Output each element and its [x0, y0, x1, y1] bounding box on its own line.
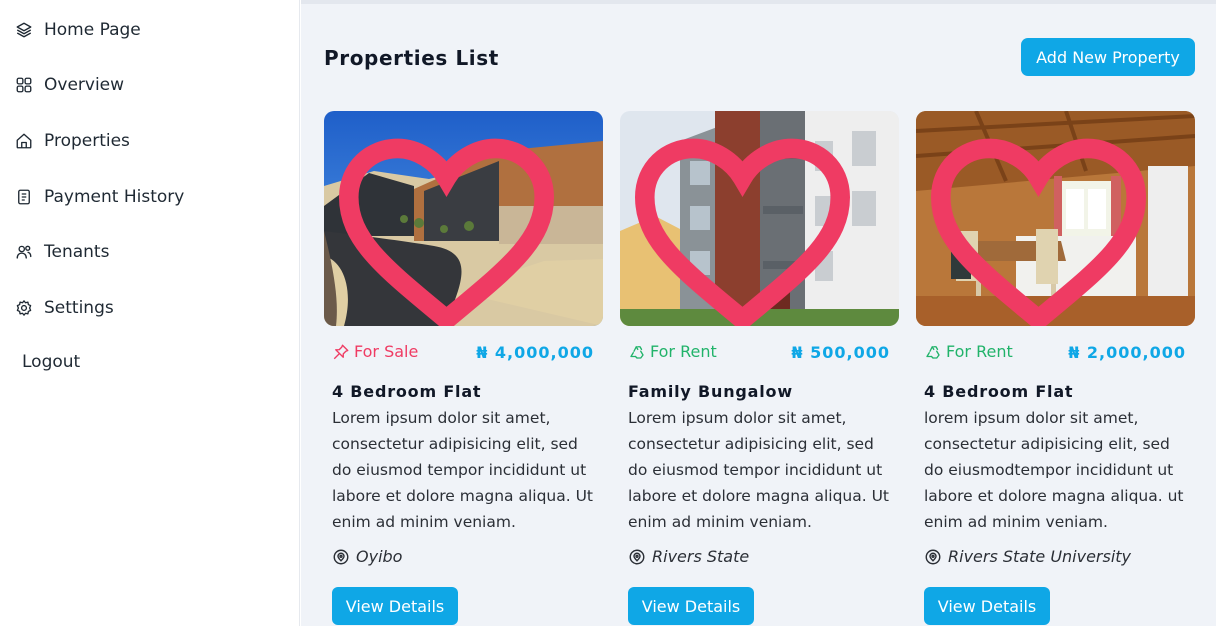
listing-status: For Rent — [628, 342, 717, 361]
property-location: Oyibo — [332, 547, 402, 566]
property-price: ₦ 4,000,000 — [476, 343, 594, 362]
main-content: Properties List Add New Property For Sal… — [301, 0, 1216, 626]
sidebar-item-label: Home Page — [44, 20, 141, 40]
property-image — [620, 111, 899, 326]
view-details-button[interactable]: View Details — [628, 587, 754, 625]
house-icon — [14, 131, 34, 151]
sidebar-item-tenants[interactable]: Tenants — [14, 237, 109, 267]
sidebar-item-home-page[interactable]: Home Page — [14, 15, 141, 45]
document-icon — [14, 187, 34, 207]
view-details-button[interactable]: View Details — [924, 587, 1050, 625]
favorite-heart-icon[interactable] — [620, 124, 882, 326]
listing-status: For Sale — [332, 342, 418, 361]
view-details-button[interactable]: View Details — [332, 587, 458, 625]
property-description: Lorem ipsum dolor sit amet, consectetur … — [628, 409, 890, 531]
property-card: For Sale ₦ 4,000,000 4 Bedroom Flat Lore… — [324, 111, 603, 626]
property-title: Family Bungalow — [628, 382, 793, 401]
add-new-property-button[interactable]: Add New Property — [1021, 38, 1195, 76]
sidebar-item-settings[interactable]: Settings — [14, 293, 114, 323]
logout-link[interactable]: Logout — [22, 352, 80, 372]
property-location: Rivers State — [628, 547, 749, 566]
gear-icon — [14, 298, 34, 318]
property-price: ₦ 500,000 — [791, 343, 890, 362]
property-title: 4 Bedroom Flat — [924, 382, 1074, 401]
property-card: For Rent ₦ 500,000 Family Bungalow Lorem… — [620, 111, 899, 626]
location-pin-icon — [332, 548, 350, 566]
sidebar-item-label: Properties — [44, 131, 130, 151]
property-description: lorem ipsum dolor sit amet, consectetur … — [924, 409, 1184, 531]
property-price: ₦ 2,000,000 — [1068, 343, 1186, 362]
location-pin-icon — [628, 548, 646, 566]
recycle-icon — [628, 343, 646, 361]
property-image — [916, 111, 1195, 326]
page-title: Properties List — [324, 46, 499, 70]
sidebar-item-payment-history[interactable]: Payment History — [14, 182, 184, 212]
favorite-heart-icon[interactable] — [916, 124, 1178, 326]
sidebar: Home Page Overview Properties Payment Hi… — [0, 0, 300, 626]
sidebar-item-label: Settings — [44, 298, 114, 318]
sidebar-item-label: Payment History — [44, 187, 185, 207]
pin-icon — [332, 343, 350, 361]
listing-status: For Rent — [924, 342, 1013, 361]
recycle-icon — [924, 343, 942, 361]
location-pin-icon — [924, 548, 942, 566]
grid-icon — [14, 75, 34, 95]
property-card: For Rent ₦ 2,000,000 4 Bedroom Flat lore… — [916, 111, 1195, 626]
property-image — [324, 111, 603, 326]
sidebar-item-label: Tenants — [44, 242, 110, 262]
property-location: Rivers State University — [924, 547, 1131, 566]
layers-icon — [14, 20, 34, 40]
sidebar-item-label: Overview — [44, 75, 125, 95]
sidebar-item-properties[interactable]: Properties — [14, 126, 130, 156]
property-title: 4 Bedroom Flat — [332, 382, 482, 401]
users-icon — [14, 242, 34, 262]
sidebar-item-overview[interactable]: Overview — [14, 70, 124, 100]
favorite-heart-icon[interactable] — [324, 124, 586, 326]
property-description: Lorem ipsum dolor sit amet, consectetur … — [332, 409, 594, 531]
